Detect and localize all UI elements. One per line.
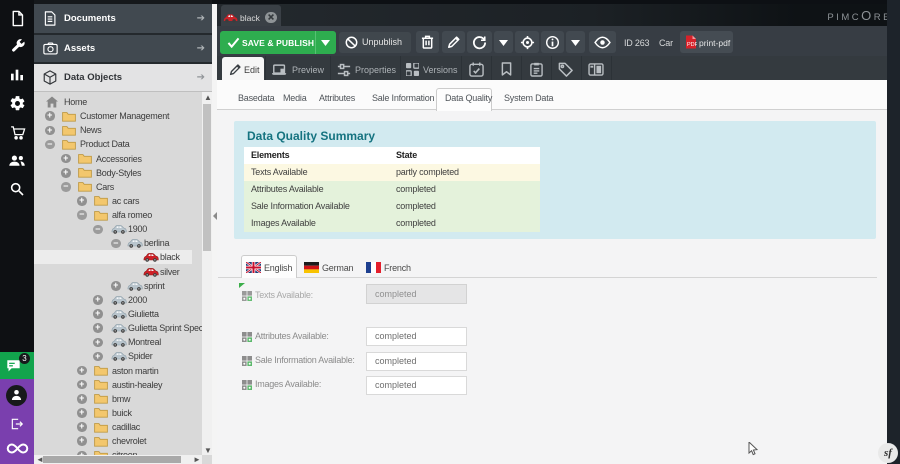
svg-text:PDF: PDF [687, 42, 697, 48]
